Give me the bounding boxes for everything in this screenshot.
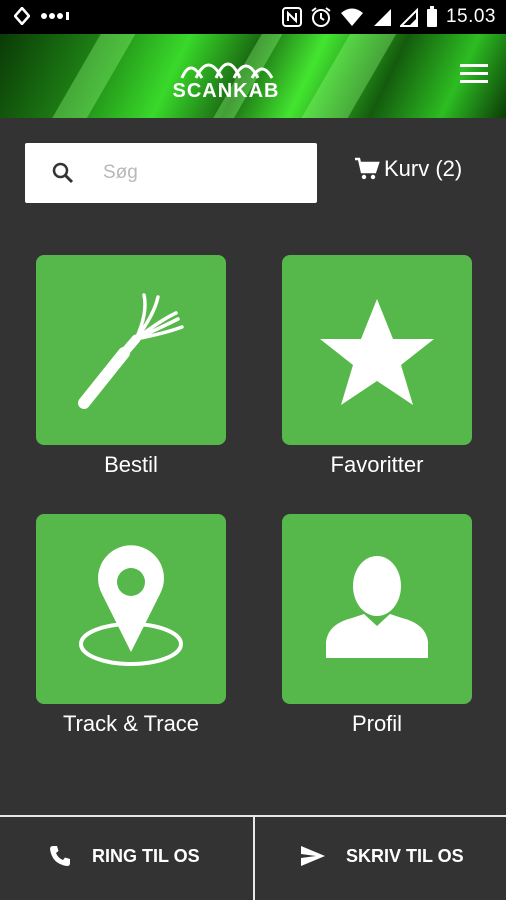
tile-track-trace[interactable] [36,514,226,704]
search-input[interactable] [103,157,303,189]
scankab-logo: SCANKAB [168,50,284,106]
location-pin-icon [79,545,183,666]
signal-dots-icon [41,12,69,20]
cable-icon [78,293,184,409]
cell-signal-icon [373,9,391,26]
diamond-icon [14,7,30,25]
send-icon [301,846,325,866]
star-icon [320,299,434,405]
tile-favoritter[interactable] [282,255,472,445]
phone-icon [50,846,70,866]
person-icon [326,556,428,658]
cart-button[interactable]: Kurv (2) [354,156,462,182]
tile-profil[interactable] [282,514,472,704]
app-header: SCANKAB [0,34,506,118]
cell-signal-2-icon [399,7,418,27]
tile-bestil[interactable] [36,255,226,445]
tile-label-favoritter: Favoritter [330,452,424,477]
shopping-cart-icon [355,157,380,180]
logo-arcs-icon [180,62,274,79]
call-us-label: RING TIL OS [92,845,200,866]
tile-label-track-trace: Track & Trace [62,711,200,736]
clock: 15.03 [445,6,496,27]
search-icon [52,162,74,184]
call-us-button[interactable]: RING TIL OS [48,838,200,874]
write-us-label: SKRIV TIL OS [346,845,464,866]
hamburger-menu-icon[interactable] [460,64,488,86]
battery-icon [426,6,437,27]
tile-label-bestil: Bestil [104,452,158,477]
nfc-icon [281,7,302,27]
search-box[interactable] [25,143,317,203]
tile-label-profil: Profil [351,711,403,736]
cart-label: Kurv (2) [384,156,463,181]
alarm-icon [311,7,331,27]
write-us-button[interactable]: SKRIV TIL OS [300,838,464,874]
bottom-divider [253,815,255,900]
logo-text: SCANKAB [172,80,280,102]
wifi-icon [340,8,363,26]
status-bar: 15.03 [0,0,506,34]
